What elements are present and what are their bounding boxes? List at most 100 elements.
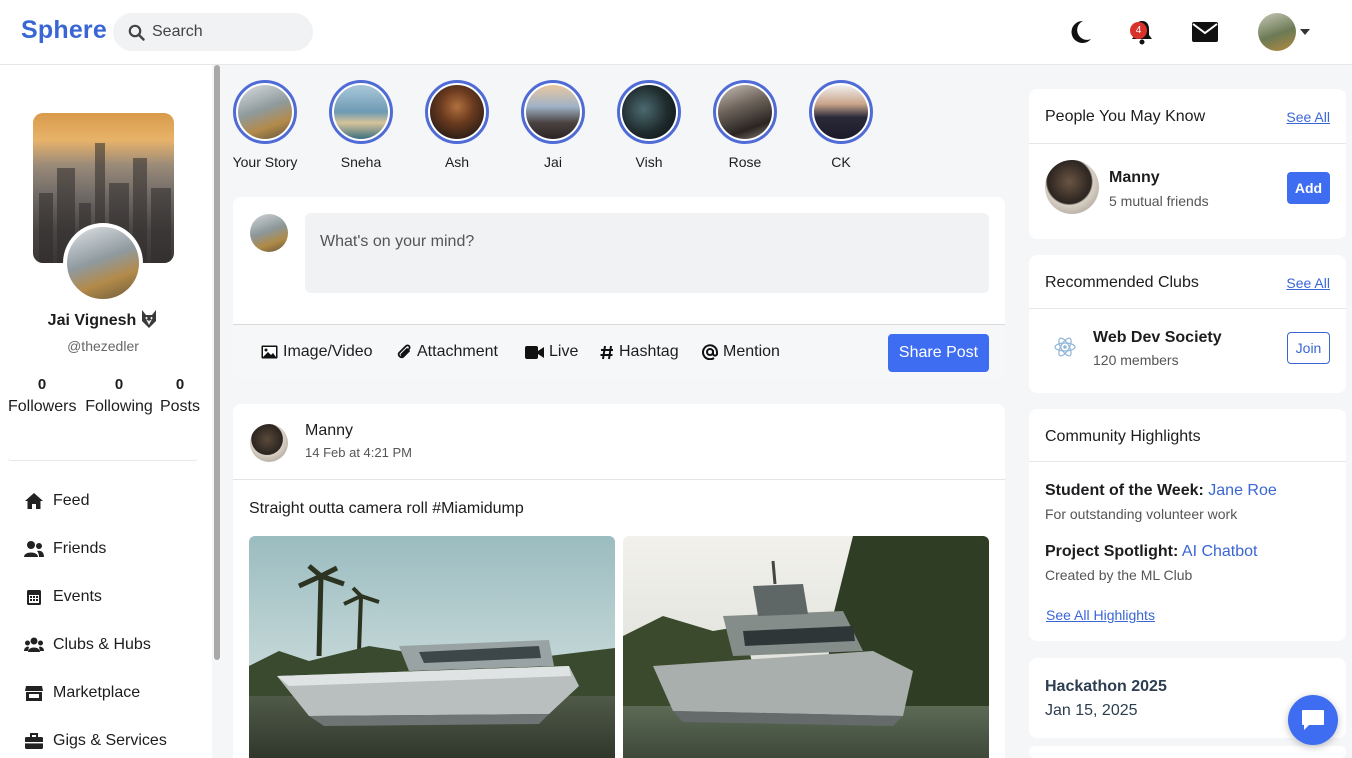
nav-label: Marketplace <box>53 684 141 701</box>
live-action[interactable]: Live <box>525 343 578 361</box>
story-rose[interactable]: Rose <box>705 80 785 170</box>
briefcase-icon <box>25 733 43 749</box>
story-ring <box>425 80 489 144</box>
action-label: Attachment <box>417 343 498 360</box>
user-friends-icon <box>24 541 44 557</box>
story-avatar <box>814 85 868 139</box>
home-icon <box>25 493 43 509</box>
story-name: Jai <box>544 154 562 170</box>
story-vish[interactable]: Vish <box>609 80 689 170</box>
hashtag-icon <box>600 345 613 359</box>
post-author-avatar[interactable] <box>250 424 288 462</box>
post-photo[interactable] <box>249 536 615 758</box>
suggested-person-avatar[interactable] <box>1045 160 1099 214</box>
story-avatar <box>622 85 676 139</box>
followers-label: Followers <box>8 398 77 415</box>
caret-down-icon[interactable] <box>1300 29 1310 35</box>
following-label: Following <box>85 398 153 415</box>
envelope-icon[interactable] <box>1192 22 1218 42</box>
followers-stat[interactable]: 0 Followers <box>8 376 76 416</box>
nav-label: Gigs & Services <box>53 732 167 749</box>
posts-count: 0 <box>175 376 185 393</box>
next-card-edge <box>1029 746 1346 758</box>
highlight-description: Created by the ML Club <box>1045 567 1193 583</box>
composer-input-box[interactable] <box>305 213 989 293</box>
nav-events[interactable]: Events <box>24 586 102 608</box>
composer-textarea[interactable] <box>305 213 989 293</box>
card-divider <box>1029 308 1346 309</box>
story-sneha[interactable]: Sneha <box>321 80 401 170</box>
nav-label: Friends <box>53 540 107 557</box>
nav-feed[interactable]: Feed <box>24 490 89 512</box>
search-input[interactable] <box>152 21 302 43</box>
followers-count: 0 <box>37 376 47 393</box>
feed-post: Manny 14 Feb at 4:21 PM Straight outta c… <box>233 404 1005 758</box>
share-post-button[interactable]: Share Post <box>888 334 989 372</box>
calendar-icon <box>27 590 41 605</box>
profile-card-divider <box>8 458 198 461</box>
card-divider <box>1029 461 1346 462</box>
story-avatar <box>334 85 388 139</box>
people-see-all-link[interactable]: See All <box>1286 109 1330 125</box>
story-name: Vish <box>635 154 663 170</box>
post-author-name[interactable]: Manny <box>305 422 353 440</box>
react-icon <box>1054 337 1076 357</box>
profile-handle: @thezedler <box>67 338 139 354</box>
join-club-button[interactable]: Join <box>1287 332 1330 364</box>
sidebar-scrollbar[interactable] <box>214 65 220 660</box>
recommended-clubs-card: Recommended Clubs See All Web Dev Societ… <box>1029 255 1346 393</box>
people-card-title: People You May Know <box>1045 108 1206 125</box>
people-you-may-know-card: People You May Know See All Manny 5 mutu… <box>1029 89 1346 239</box>
nav-friends[interactable]: Friends <box>24 538 106 560</box>
chat-bubble-icon <box>1302 710 1324 730</box>
post-composer: Image/Video Attachment Live Hashtag Ment… <box>233 197 1005 380</box>
paperclip-icon <box>397 344 411 358</box>
nav-gigs-services[interactable]: Gigs & Services <box>24 730 167 752</box>
user-avatar[interactable] <box>1258 13 1296 51</box>
highlight-description: For outstanding volunteer work <box>1045 506 1238 522</box>
nav-marketplace[interactable]: Marketplace <box>24 682 140 704</box>
following-count: 0 <box>114 376 124 393</box>
story-ring <box>617 80 681 144</box>
moon-icon[interactable] <box>1070 20 1092 44</box>
community-highlights-card: Community Highlights Student of the Week… <box>1029 409 1346 641</box>
story-ck[interactable]: CK <box>801 80 881 170</box>
see-all-highlights-link[interactable]: See All Highlights <box>1046 607 1155 623</box>
story-ring <box>329 80 393 144</box>
suggested-person-name[interactable]: Manny <box>1109 169 1160 187</box>
story-ring <box>809 80 873 144</box>
profile-avatar[interactable] <box>63 223 143 303</box>
highlight-link[interactable]: AI Chatbot <box>1182 543 1258 560</box>
clubs-see-all-link[interactable]: See All <box>1286 275 1330 291</box>
nav-label: Events <box>53 588 102 605</box>
post-photo[interactable] <box>623 536 989 758</box>
highlight-label: Student of the Week: <box>1045 482 1204 499</box>
hashtag-action[interactable]: Hashtag <box>600 343 679 361</box>
image-video-action[interactable]: Image/Video <box>261 343 373 361</box>
following-stat[interactable]: 0 Following <box>84 376 154 416</box>
club-name[interactable]: Web Dev Society <box>1093 329 1222 347</box>
nav-label: Feed <box>53 492 90 509</box>
highlight-link[interactable]: Jane Roe <box>1208 482 1277 499</box>
nav-label: Clubs & Hubs <box>53 636 151 653</box>
profile-name-text: Jai Vignesh <box>47 312 137 329</box>
chat-button[interactable] <box>1288 695 1338 745</box>
add-friend-button[interactable]: Add <box>1287 172 1330 204</box>
posts-stat[interactable]: 0 Posts <box>158 376 202 416</box>
attachment-action[interactable]: Attachment <box>397 343 498 361</box>
story-ring <box>521 80 585 144</box>
story-your-story[interactable]: Your Story <box>225 80 305 170</box>
search-bar[interactable] <box>113 13 313 51</box>
mention-action[interactable]: Mention <box>702 343 780 361</box>
story-name: Your Story <box>232 154 298 170</box>
story-jai[interactable]: Jai <box>513 80 593 170</box>
profile-name[interactable]: Jai Vignesh <box>0 309 206 330</box>
event-date: Jan 15, 2025 <box>1045 702 1138 719</box>
action-label: Image/Video <box>283 343 373 360</box>
nav-clubs-hubs[interactable]: Clubs & Hubs <box>24 634 151 656</box>
story-avatar <box>430 85 484 139</box>
notification-badge: 4 <box>1130 22 1147 39</box>
brand-logo[interactable]: Sphere <box>21 16 107 45</box>
story-ash[interactable]: Ash <box>417 80 497 170</box>
story-avatar <box>238 85 292 139</box>
